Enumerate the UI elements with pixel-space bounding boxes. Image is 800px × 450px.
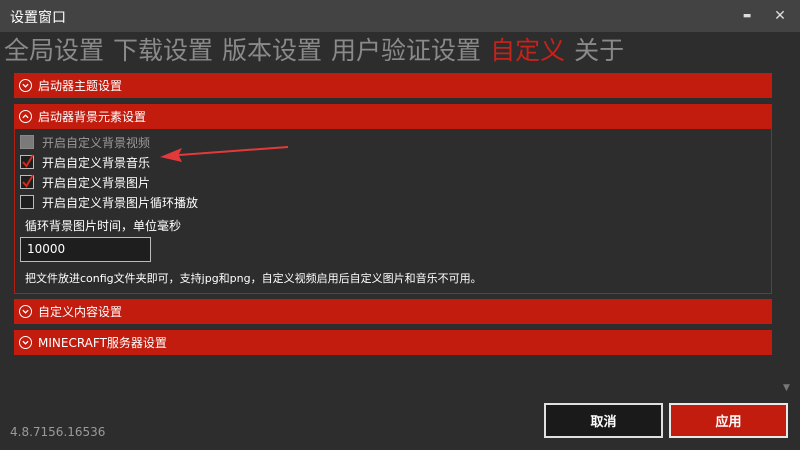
checkbox-label: 开启自定义背景音乐 (42, 155, 151, 170)
option-bg-image-loop[interactable]: 开启自定义背景图片循环播放 (20, 194, 198, 210)
section-label: 自定义内容设置 (38, 305, 123, 319)
option-bg-image[interactable]: 开启自定义背景图片 (20, 174, 150, 190)
cancel-button[interactable]: 取消 (544, 403, 663, 438)
bg-image-loop-checkbox[interactable] (20, 195, 34, 209)
interval-label: 循环背景图片时间，单位毫秒 (25, 219, 182, 233)
section-label: 启动器背景元素设置 (38, 110, 147, 124)
section-label: 启动器主题设置 (38, 79, 123, 93)
bg-image-checkbox[interactable] (20, 174, 34, 189)
version-text: 4.8.7156.16536 (10, 425, 106, 439)
section-custom-content-header[interactable]: 自定义内容设置 (14, 299, 772, 324)
checkbox-label: 开启自定义背景视频 (42, 135, 151, 150)
checkmark-icon (22, 174, 34, 188)
chevron-up-icon (19, 110, 32, 123)
apply-button[interactable]: 应用 (669, 403, 788, 438)
checkbox-label: 开启自定义背景图片循环播放 (42, 195, 199, 210)
option-bg-music[interactable]: 开启自定义背景音乐 (20, 154, 150, 170)
option-bg-video: 开启自定义背景视频 (20, 134, 150, 150)
annotation-arrow-icon (160, 146, 288, 162)
section-background-header[interactable]: 启动器背景元素设置 (14, 104, 772, 129)
section-launcher-theme-header[interactable]: 启动器主题设置 (14, 73, 772, 98)
tab-version-settings[interactable]: 版本设置 (222, 33, 322, 69)
tab-download-settings[interactable]: 下载设置 (113, 33, 213, 69)
chevron-down-icon (19, 305, 32, 318)
minimize-button[interactable]: ▬ (737, 6, 757, 26)
interval-input[interactable]: 10000 (20, 237, 151, 262)
chevron-down-icon (19, 336, 32, 349)
scroll-down-icon[interactable]: ▼ (783, 383, 790, 393)
tab-auth-settings[interactable]: 用户验证设置 (331, 33, 481, 69)
bg-music-checkbox[interactable] (20, 154, 34, 169)
checkbox-label: 开启自定义背景图片 (42, 175, 151, 190)
background-settings-panel: 开启自定义背景视频 开启自定义背景音乐 开启自定义背景图片 开启自定义背景图片循… (14, 128, 772, 294)
tab-customize[interactable]: 自定义 (490, 33, 565, 69)
tab-global-settings[interactable]: 全局设置 (4, 33, 104, 69)
info-text: 把文件放进config文件夹即可，支持jpg和png，自定义视频启用后自定义图片… (25, 272, 482, 285)
tab-bar: 全局设置 下载设置 版本设置 用户验证设置 自定义 关于 (4, 33, 633, 69)
checkmark-icon (22, 154, 34, 168)
tab-about[interactable]: 关于 (574, 33, 624, 69)
bg-video-checkbox (20, 135, 34, 149)
title-bar: 设置窗口 ▬ ✕ (0, 0, 800, 32)
section-minecraft-server-header[interactable]: MINECRAFT服务器设置 (14, 330, 772, 355)
close-button[interactable]: ✕ (770, 6, 790, 26)
section-label: MINECRAFT服务器设置 (38, 336, 167, 350)
window-title: 设置窗口 (10, 10, 66, 26)
chevron-down-icon (19, 79, 32, 92)
